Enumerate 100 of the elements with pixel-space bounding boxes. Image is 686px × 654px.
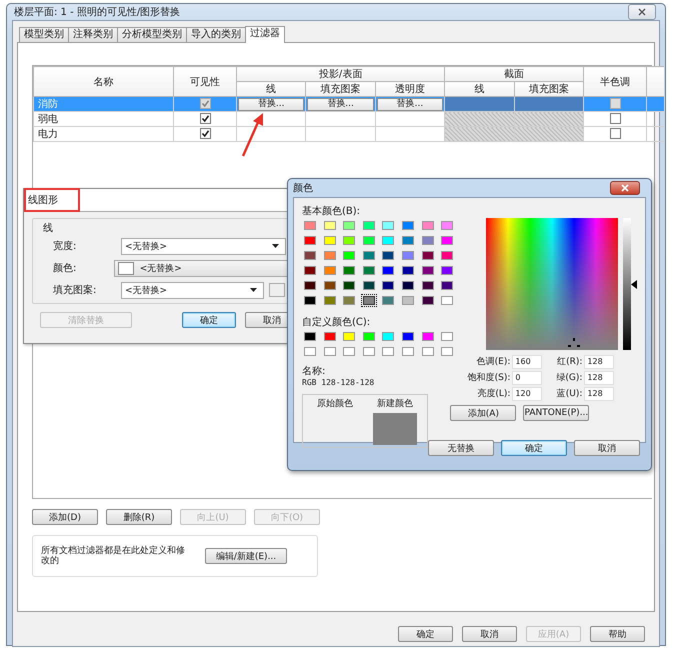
color-swatch[interactable]	[362, 281, 375, 290]
color-swatch[interactable]	[382, 281, 394, 290]
color-swatch[interactable]	[324, 221, 336, 230]
color-swatch[interactable]	[304, 281, 316, 290]
color-swatch[interactable]	[304, 296, 316, 305]
button[interactable]: 无替换	[428, 440, 494, 456]
color-swatch[interactable]	[422, 236, 434, 245]
color-swatch[interactable]	[402, 347, 414, 356]
color-swatch[interactable]	[343, 296, 356, 305]
tab[interactable]: 模型类别	[19, 27, 69, 42]
color-swatch[interactable]	[382, 347, 394, 356]
color-swatch[interactable]	[441, 251, 454, 260]
color-swatch[interactable]	[362, 251, 375, 260]
tab[interactable]: 分析模型类别	[117, 27, 187, 42]
button[interactable]: 确定	[501, 440, 567, 456]
tab[interactable]: 导入的类别	[186, 27, 246, 42]
button[interactable]: 添加(D)	[32, 509, 98, 525]
color-swatch[interactable]	[441, 221, 454, 230]
color-swatch[interactable]	[382, 266, 394, 275]
color-swatch[interactable]	[343, 347, 356, 356]
color-swatch[interactable]	[343, 266, 356, 275]
color-swatch[interactable]	[382, 332, 394, 341]
button[interactable]: 确定	[182, 312, 236, 328]
browse-button[interactable]	[269, 283, 285, 297]
color-spectrum[interactable]	[486, 218, 618, 350]
color-swatch[interactable]	[343, 332, 356, 341]
checkbox[interactable]	[200, 128, 210, 140]
color-swatch[interactable]	[324, 332, 336, 341]
color-swatch[interactable]	[402, 221, 414, 230]
color-swatch[interactable]	[422, 281, 434, 290]
color-swatch[interactable]	[304, 332, 316, 341]
checkbox[interactable]	[200, 98, 210, 110]
color-swatch[interactable]	[343, 281, 356, 290]
color-swatch[interactable]	[402, 332, 414, 341]
color-swatch[interactable]	[422, 332, 434, 341]
color-swatch[interactable]	[324, 347, 336, 356]
color-swatch[interactable]	[422, 266, 434, 275]
color-swatch[interactable]	[402, 236, 414, 245]
luminance-slider[interactable]	[623, 218, 638, 350]
button[interactable]: 取消	[574, 440, 640, 456]
close-button[interactable]	[628, 4, 656, 20]
override-button[interactable]: 替换...	[238, 98, 304, 110]
color-swatch[interactable]	[402, 281, 414, 290]
number-field[interactable]: 128	[584, 370, 614, 384]
button[interactable]: 确定	[398, 626, 453, 642]
override-button[interactable]: 替换...	[376, 98, 444, 110]
color-swatch[interactable]	[362, 266, 375, 275]
color-swatch[interactable]	[422, 347, 434, 356]
checkbox[interactable]	[200, 113, 210, 124]
tab[interactable]: 注释类别	[68, 27, 118, 42]
color-swatch[interactable]	[402, 251, 414, 260]
close-button[interactable]	[610, 181, 640, 195]
color-swatch[interactable]	[422, 251, 434, 260]
color-swatch[interactable]	[304, 266, 316, 275]
edit-new-button[interactable]: 编辑/新建(E)...	[205, 548, 287, 564]
button[interactable]: PANTONE(P)...	[523, 405, 590, 421]
color-swatch[interactable]	[422, 221, 434, 230]
color-swatch[interactable]	[343, 251, 356, 260]
pattern-dropdown[interactable]: <无替换>	[121, 282, 264, 298]
color-swatch[interactable]	[324, 251, 336, 260]
color-swatch[interactable]	[382, 296, 394, 305]
override-button[interactable]: 替换...	[307, 98, 374, 110]
color-swatch[interactable]	[324, 281, 336, 290]
checkbox[interactable]	[610, 128, 620, 140]
color-swatch[interactable]	[362, 221, 375, 230]
color-swatch[interactable]	[441, 236, 454, 245]
color-swatch[interactable]	[441, 281, 454, 290]
button[interactable]: 删除(R)	[106, 509, 172, 525]
color-swatch[interactable]	[362, 296, 375, 305]
button[interactable]: 帮助	[590, 626, 645, 642]
slider-thumb[interactable]	[631, 280, 638, 288]
color-swatch[interactable]	[402, 266, 414, 275]
checkbox[interactable]	[610, 98, 620, 110]
color-swatch[interactable]	[441, 347, 454, 356]
color-swatch[interactable]	[324, 296, 336, 305]
color-swatch[interactable]	[441, 266, 454, 275]
number-field[interactable]: 120	[512, 386, 542, 400]
color-swatch[interactable]	[402, 296, 414, 305]
color-swatch[interactable]	[382, 251, 394, 260]
checkbox[interactable]	[610, 113, 620, 124]
color-swatch[interactable]	[304, 236, 316, 245]
color-swatch[interactable]	[343, 221, 356, 230]
number-field[interactable]: 128	[584, 386, 614, 400]
number-field[interactable]: 160	[512, 354, 542, 368]
table-cell[interactable]: 电力	[34, 126, 174, 142]
button[interactable]: 取消	[462, 626, 517, 642]
color-swatch[interactable]	[343, 236, 356, 245]
color-swatch[interactable]	[441, 332, 454, 341]
color-swatch[interactable]	[382, 221, 394, 230]
color-swatch[interactable]	[441, 296, 454, 305]
color-swatch[interactable]	[382, 236, 394, 245]
button[interactable]: 添加(A)	[450, 405, 516, 421]
table-cell[interactable]: 弱电	[34, 112, 174, 126]
tab[interactable]: 过滤器	[245, 26, 285, 43]
color-swatch[interactable]	[362, 332, 375, 341]
color-swatch[interactable]	[324, 266, 336, 275]
width-dropdown[interactable]: <无替换>	[121, 238, 286, 254]
number-field[interactable]: 128	[584, 354, 614, 368]
color-swatch[interactable]	[304, 251, 316, 260]
number-field[interactable]: 0	[512, 370, 542, 384]
